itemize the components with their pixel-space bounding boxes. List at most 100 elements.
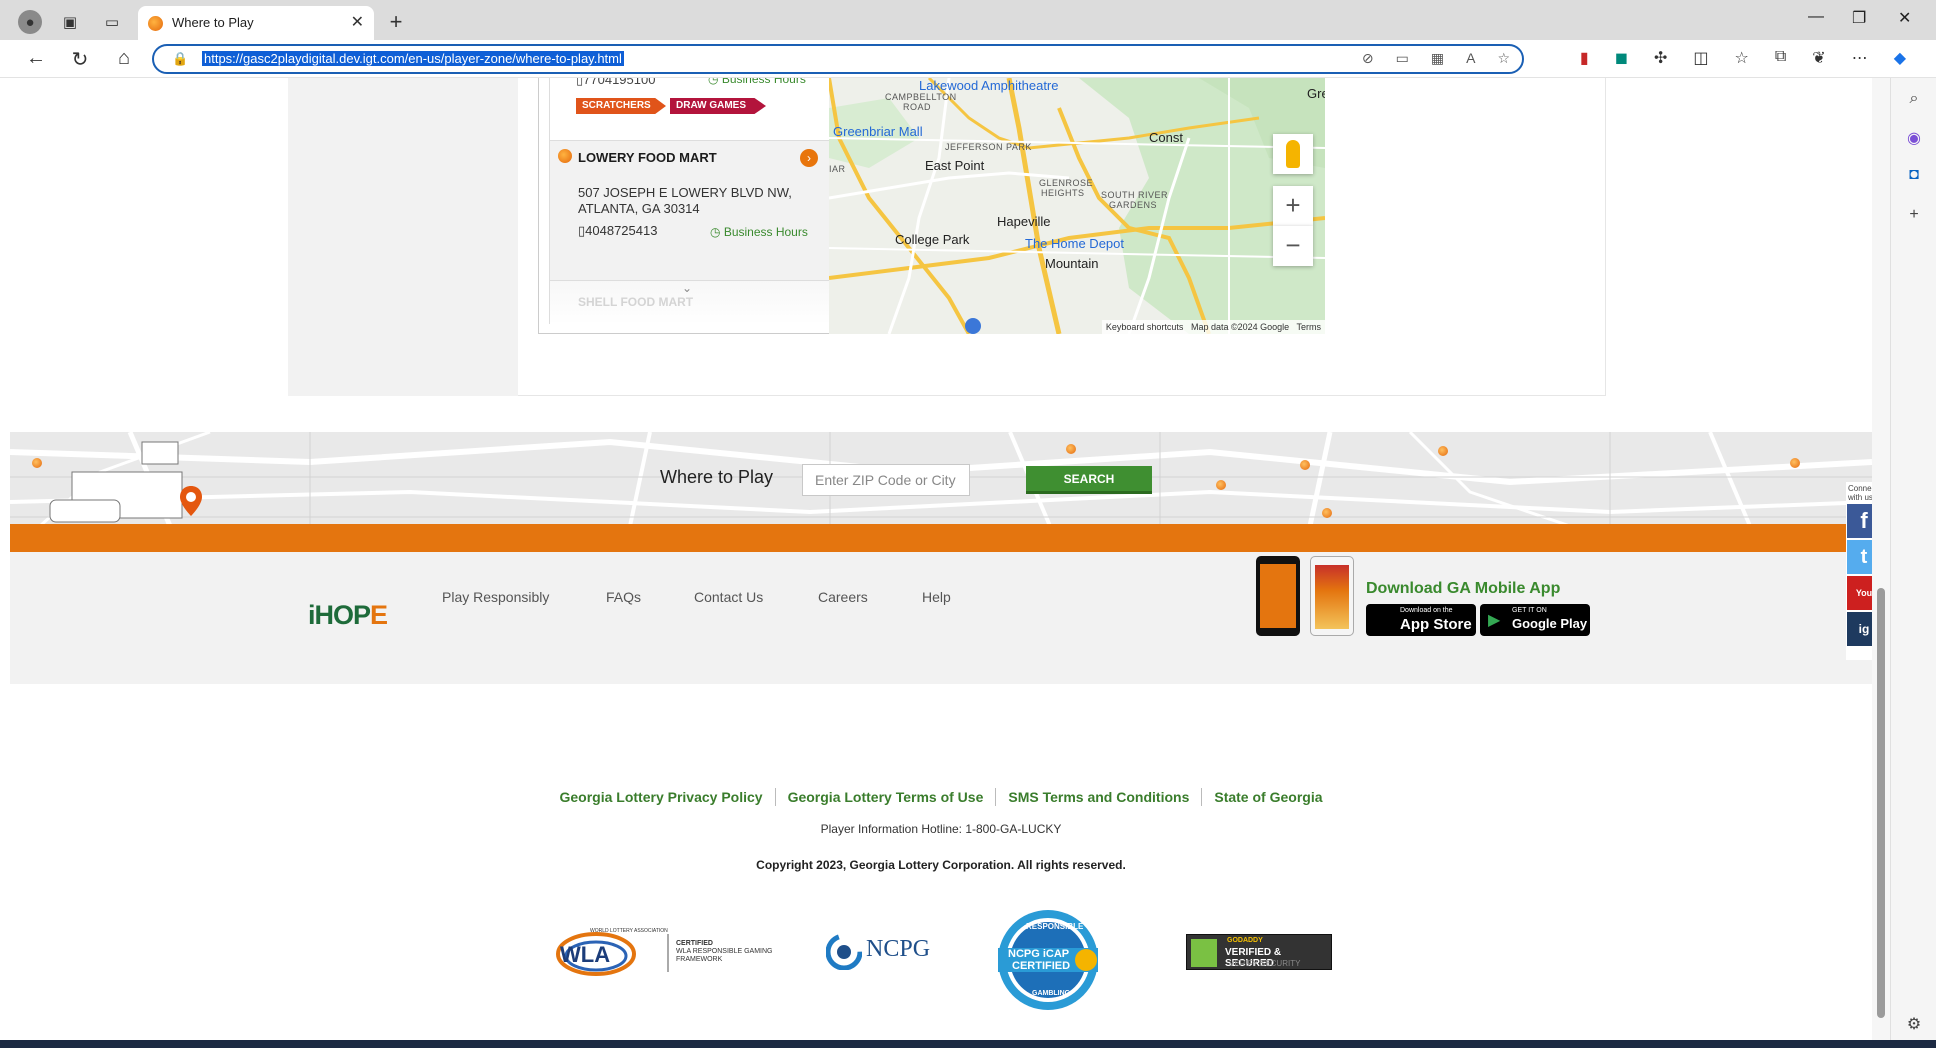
wla-certified-logo[interactable]: WLA WORLD LOTTERY ASSOCIATION CERTIFIED … (556, 926, 782, 982)
profile-icon[interactable]: ● (18, 10, 42, 34)
search-icon[interactable]: ⌕ (1903, 90, 1925, 108)
privacy-policy-link[interactable]: Georgia Lottery Privacy Policy (547, 788, 776, 806)
wla-text: WLA (560, 942, 611, 967)
padlock-icon (1191, 939, 1217, 967)
icap-bottom-text: GAMBLING (1032, 990, 1071, 997)
close-tab-icon[interactable]: ✕ (351, 12, 364, 32)
map-terms-link[interactable]: Terms (1297, 322, 1322, 332)
chevron-down-icon[interactable]: ⌄ (682, 281, 692, 295)
split-screen-icon[interactable]: ◫ (1693, 48, 1708, 68)
map-label-const: Const (1149, 130, 1183, 145)
map[interactable]: Lakewood Amphitheatre CAMPBELLTON ROAD G… (829, 78, 1325, 334)
home-icon[interactable]: ⌂ (112, 47, 136, 70)
close-window-icon[interactable]: ✕ (1898, 8, 1911, 28)
extension-teal-icon[interactable]: ◼ (1615, 48, 1628, 68)
edge-sidebar: ⌕ ◉ ◘ + ⚙ (1890, 78, 1936, 1040)
map-background (829, 78, 1325, 334)
zoom-in-button[interactable]: + (1273, 186, 1313, 226)
icap-main1-text: NCPG iCAP (1008, 948, 1070, 960)
zip-search-input[interactable] (802, 464, 970, 496)
workspaces-icon[interactable]: ▣ (58, 10, 82, 34)
store-details-arrow-icon[interactable]: › (800, 149, 818, 167)
ihope-logo[interactable]: iHOPE (308, 600, 388, 631)
footer-link-faqs[interactable]: FAQs (606, 589, 641, 605)
where-to-play-banner: Where to Play SEARCH (10, 432, 1872, 526)
address-bar[interactable]: 🔒 https://gasc2playdigital.dev.igt.com/e… (152, 44, 1524, 74)
footer-link-help[interactable]: Help (922, 589, 951, 605)
map-label-eastpoint: East Point (925, 158, 985, 173)
youtube-icon[interactable]: You Tube (1847, 576, 1872, 632)
copyright: Copyright 2023, Georgia Lottery Corporat… (756, 858, 1126, 872)
list-more[interactable]: ⌄ SHELL FOOD MART (550, 280, 829, 324)
sms-terms-link[interactable]: SMS Terms and Conditions (996, 788, 1203, 806)
instagram-icon[interactable]: ig (1847, 612, 1872, 646)
copilot-icon[interactable]: ◆ (1894, 48, 1906, 68)
zoom-out-button[interactable]: − (1273, 226, 1313, 266)
read-aloud-icon[interactable]: A (1466, 50, 1475, 67)
wla-assoc-text: WORLD LOTTERY ASSOCIATION (590, 928, 668, 934)
facebook-icon[interactable]: f (1847, 504, 1872, 538)
map-attribution: Keyboard shortcuts Map data ©2024 Google… (1101, 320, 1325, 334)
godaddy-text: GODADDY (1227, 937, 1263, 944)
page-scrollbar[interactable] (1872, 78, 1890, 1040)
terms-of-use-link[interactable]: Georgia Lottery Terms of Use (776, 788, 997, 806)
copilot-sidebar-icon[interactable]: ◉ (1903, 128, 1925, 148)
search-button[interactable]: SEARCH (1026, 466, 1152, 494)
collections-icon[interactable]: ⧉ (1775, 48, 1786, 68)
outlook-icon[interactable]: ◘ (1903, 166, 1925, 184)
street-view-pegman-icon[interactable] (1273, 134, 1313, 174)
prev-store-hours[interactable]: ◷ Business Hours (708, 78, 806, 86)
keyboard-shortcuts-link[interactable]: Keyboard shortcuts (1106, 322, 1184, 332)
lock-icon[interactable]: 🔒 (172, 51, 188, 67)
map-label-greenbriar: Greenbriar Mall (833, 124, 923, 139)
settings-more-icon[interactable]: ⋯ (1852, 48, 1868, 68)
map-label-collegepark: College Park (895, 232, 970, 247)
tab-actions-icon[interactable]: ▭ (100, 10, 124, 34)
grid-icon[interactable]: ▦ (1431, 50, 1444, 67)
sidebar-settings-icon[interactable]: ⚙ (1903, 1014, 1925, 1034)
wla-cert-3: FRAMEWORK (676, 956, 723, 963)
add-app-icon[interactable]: + (1903, 206, 1925, 224)
peach-icon (558, 149, 572, 163)
favorites-icon[interactable]: ☆ (1735, 48, 1749, 68)
browser-tab[interactable]: Where to Play ✕ (138, 6, 374, 40)
app-store-badge[interactable]: Download on the App Store (1366, 604, 1476, 636)
google-play-badge[interactable]: ▶ GET IT ON Google Play (1480, 604, 1590, 636)
ncpg-icap-certified-badge[interactable]: RESPONSIBLE NCPG iCAP CERTIFIED GAMBLING (990, 908, 1106, 1012)
extension-red-icon[interactable]: ▮ (1580, 48, 1589, 68)
googleplay-small-text: GET IT ON (1512, 607, 1547, 614)
map-label-southriver: SOUTH RIVER (1101, 190, 1169, 200)
refresh-icon[interactable]: ↻ (68, 47, 92, 72)
url-text[interactable]: https://gasc2playdigital.dev.igt.com/en-… (202, 51, 624, 66)
new-tab-icon[interactable]: + (384, 9, 408, 34)
wla-cert-1: CERTIFIED (676, 940, 713, 947)
map-label-glenrose: GLENROSE (1039, 178, 1094, 188)
twitter-icon[interactable]: t (1847, 540, 1872, 574)
footer-link-careers[interactable]: Careers (818, 589, 868, 605)
scrollbar-thumb[interactable] (1877, 588, 1885, 1018)
godaddy-verified-badge[interactable]: GODADDY VERIFIED & SECURED VERIFY SECURI… (1186, 934, 1332, 970)
business-hours-link[interactable]: ◷ Business Hours (710, 225, 808, 239)
location-pin-icon (180, 486, 202, 516)
back-icon[interactable]: ← (24, 47, 48, 70)
state-of-georgia-link[interactable]: State of Georgia (1202, 788, 1334, 806)
footer-link-contact-us[interactable]: Contact Us (694, 589, 763, 605)
map-label-road: ROAD (903, 102, 932, 112)
next-store-name: SHELL FOOD MART (578, 295, 694, 309)
list-item[interactable]: LOWERY FOOD MART › 507 JOSEPH E LOWERY B… (550, 140, 829, 280)
extensions-icon[interactable]: ✣ (1654, 48, 1667, 68)
tracking-prevention-icon[interactable]: ⊘ (1362, 50, 1374, 67)
store-list[interactable]: ▯7704195100 ◷ Business Hours SCRATCHERS … (549, 78, 829, 324)
tab-title: Where to Play (172, 15, 254, 30)
footer-link-play-responsibly[interactable]: Play Responsibly (442, 589, 549, 605)
peach-pin-icon (1438, 446, 1448, 456)
performance-icon[interactable]: ❦ (1812, 48, 1825, 68)
peach-pin-icon (1322, 508, 1332, 518)
restore-icon[interactable]: ❐ (1852, 8, 1866, 28)
minimize-icon[interactable]: — (1808, 8, 1824, 26)
ncpg-logo[interactable]: NCPG (826, 932, 956, 972)
peach-pin-icon (1790, 458, 1800, 468)
verify-security-text: VERIFY SECURITY (1229, 959, 1301, 968)
app-available-icon[interactable]: ▭ (1396, 50, 1409, 67)
favorite-star-icon[interactable]: ☆ (1497, 50, 1510, 67)
